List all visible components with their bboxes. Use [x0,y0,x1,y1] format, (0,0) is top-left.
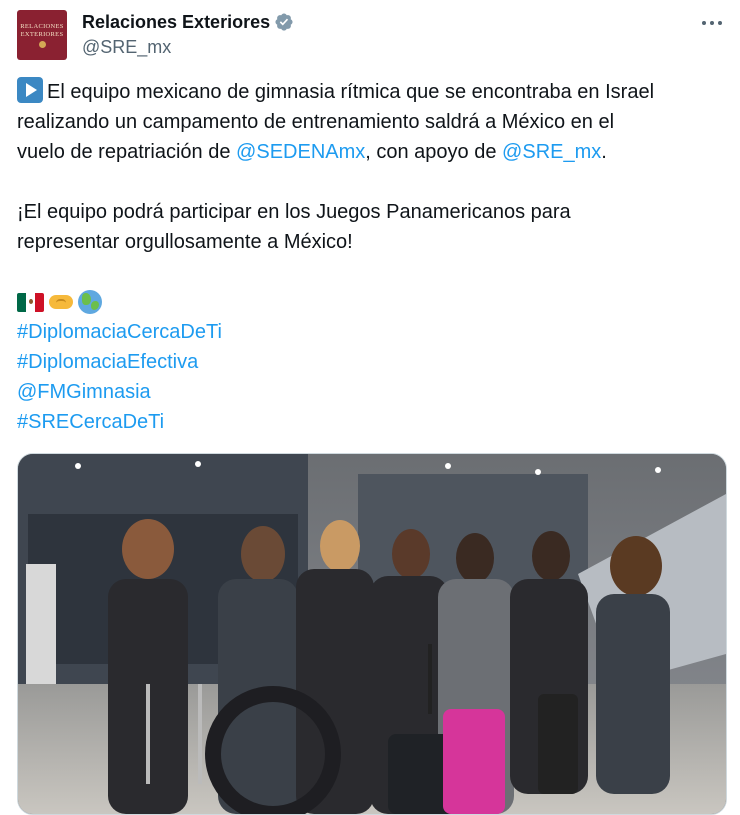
author-display-name[interactable]: Relaciones Exteriores [82,11,270,33]
hashtag-sre-cerca-de-ti[interactable]: #SRECercaDeTi [17,407,729,437]
tweet-text-p1-line3-end: . [601,141,607,163]
mention-sre[interactable]: @SRE_mx [502,141,601,163]
globe-icon [78,290,102,314]
hashtag-diplomacia-cerca-de-ti[interactable]: #DiplomaciaCercaDeTi [17,317,729,347]
author-handle[interactable]: @SRE_mx [82,36,171,58]
verified-badge-icon[interactable] [274,12,294,32]
tweet-text-p1-line3-pre: vuelo de repatriación de [17,141,237,163]
mexico-flag-icon [17,292,44,312]
avatar-logo-line-2: EXTERIORES [20,30,64,38]
avatar-logo-line-1: RELACIONES [20,22,64,30]
seal-icon [38,40,46,48]
tweet-line-3: vuelo de repatriación de @SEDENAmx, con … [17,137,729,167]
emoji-row [17,287,729,317]
tweet-text-p2-line1: ¡El equipo podrá participar en los Juego… [17,201,571,223]
tweet-body: El equipo mexicano de gimnasia rítmica q… [17,77,729,437]
airport-team-photo [18,454,726,814]
more-dot [702,21,706,25]
tweet-media-photo[interactable] [17,453,727,815]
tweet-text-p1-line2: realizando un campamento de entrenamient… [17,111,615,133]
hashtag-diplomacia-efectiva[interactable]: #DiplomaciaEfectiva [17,347,729,377]
tweet-line-1: El equipo mexicano de gimnasia rítmica q… [17,77,729,107]
tweet-text-p1-line1: El equipo mexicano de gimnasia rítmica q… [47,81,655,103]
author-name-row[interactable]: Relaciones Exteriores [82,11,294,33]
play-button-emoji-icon [17,77,43,103]
tweet-text-p2-line2: representar orgullosamente a México! [17,231,353,253]
more-options-icon[interactable] [702,13,722,33]
mention-fmgimnasia[interactable]: @FMGimnasia [17,377,729,407]
tweet-text-p1-line3-mid: , con apoyo de [365,141,503,163]
more-dot [710,21,714,25]
mention-sedena[interactable]: @SEDENAmx [236,141,365,163]
more-dot [718,21,722,25]
avatar[interactable]: RELACIONES EXTERIORES [17,10,67,60]
handshake-icon [48,292,74,312]
